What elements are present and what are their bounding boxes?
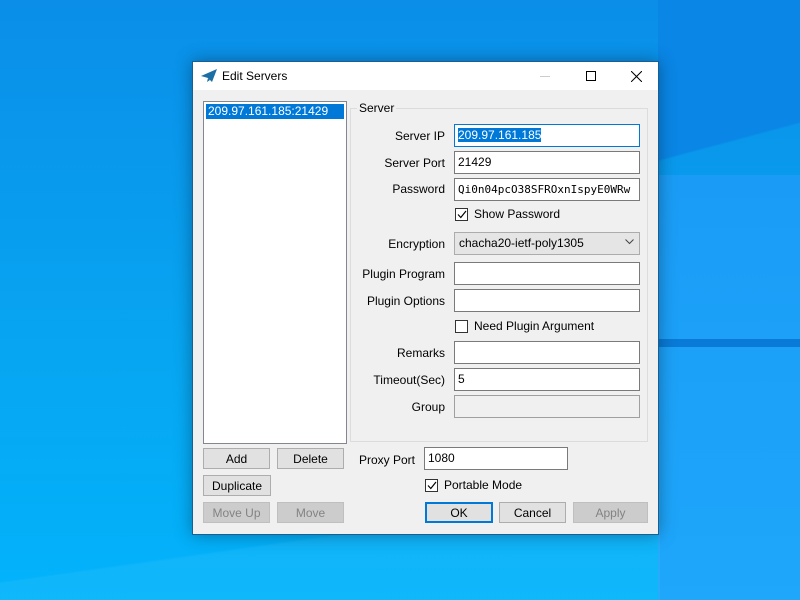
checkbox-box (455, 319, 468, 333)
add-button[interactable]: Add (203, 448, 270, 469)
server-ip-value: 209.97.161.185 (458, 128, 542, 142)
close-button[interactable] (613, 62, 659, 90)
remarks-label: Remarks (396, 346, 445, 360)
minimize-icon (540, 76, 550, 77)
server-ip-input[interactable]: 209.97.161.185 (454, 124, 640, 147)
need-plugin-argument-checkbox[interactable]: Need Plugin Argument (455, 319, 594, 333)
checkmark-icon (427, 481, 436, 489)
portable-mode-label: Portable Mode (444, 478, 523, 492)
plugin-options-label: Plugin Options (366, 294, 445, 308)
duplicate-button[interactable]: Duplicate (203, 475, 271, 496)
plugin-program-label: Plugin Program (362, 267, 445, 281)
cancel-button[interactable]: Cancel (499, 502, 566, 523)
show-password-checkbox[interactable]: Show Password (455, 207, 560, 221)
proxy-port-label: Proxy Port (358, 453, 415, 467)
ok-button[interactable]: OK (425, 502, 493, 523)
checkmark-icon (457, 210, 466, 218)
server-listbox[interactable]: 209.97.161.185:21429 (203, 101, 347, 444)
proxy-port-input[interactable]: 1080 (424, 447, 568, 470)
plugin-program-input[interactable] (454, 262, 640, 285)
window-title: Edit Servers (222, 69, 288, 83)
timeout-label: Timeout(Sec) (373, 373, 445, 387)
move-down-button[interactable]: Move (277, 502, 344, 523)
server-list-item[interactable]: 209.97.161.185:21429 (206, 104, 344, 119)
close-icon (630, 70, 642, 82)
apply-button[interactable]: Apply (573, 502, 648, 523)
edit-servers-window: Edit Servers 209.97.161.185:21429 Add De… (192, 61, 659, 535)
maximize-button[interactable] (568, 62, 614, 90)
move-up-button[interactable]: Move Up (203, 502, 270, 523)
encryption-value: chacha20-ietf-poly1305 (459, 236, 584, 250)
portable-mode-checkbox[interactable]: Portable Mode (425, 478, 522, 492)
password-label: Password (392, 182, 445, 196)
show-password-label: Show Password (474, 207, 561, 221)
timeout-input[interactable]: 5 (454, 368, 640, 391)
plugin-options-input[interactable] (454, 289, 640, 312)
checkbox-box (455, 207, 468, 221)
minimize-button[interactable] (522, 62, 568, 90)
maximize-icon (586, 71, 596, 81)
encryption-label: Encryption (388, 237, 445, 251)
encryption-select[interactable]: chacha20-ietf-poly1305 (454, 232, 640, 255)
checkbox-box (425, 478, 438, 492)
need-plugin-argument-label: Need Plugin Argument (474, 319, 595, 333)
remarks-input[interactable] (454, 341, 640, 364)
group-input[interactable] (454, 395, 640, 418)
paper-plane-icon (201, 69, 217, 82)
chevron-down-icon (625, 239, 634, 245)
password-input[interactable]: Qi0n04pcO38SFROxnIspyE0WRw (454, 178, 640, 201)
server-group-title: Server (357, 101, 397, 115)
title-bar[interactable]: Edit Servers (193, 62, 658, 90)
server-ip-label: Server IP (394, 129, 445, 143)
server-port-input[interactable]: 21429 (454, 151, 640, 174)
desktop-wallpaper-divider (658, 339, 800, 347)
group-label: Group (411, 400, 445, 414)
desktop-wallpaper-top (658, 0, 800, 190)
desktop-wallpaper-pane (658, 175, 800, 600)
server-port-label: Server Port (384, 156, 445, 170)
